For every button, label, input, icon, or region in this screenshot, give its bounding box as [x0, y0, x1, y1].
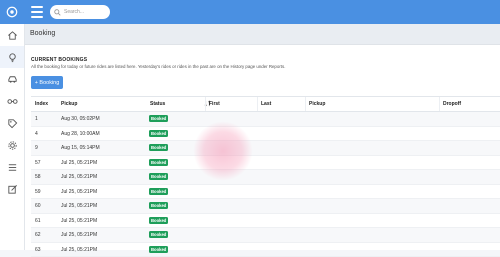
column-header-pickup-address[interactable]: Pickup	[305, 97, 325, 111]
section-description: All the booking for today or future ride…	[31, 64, 285, 69]
table-body: 1 Aug 30, 05:02PM Booked 4 Aug 28, 10:00AM Bo…	[31, 112, 500, 257]
logo-icon	[5, 5, 19, 19]
table-row[interactable]: 57 Jul 25, 05:21PM Booked	[31, 156, 500, 171]
page-title: Booking	[30, 30, 55, 37]
row-pickup-time: Jul 25, 05:21PM	[61, 174, 97, 180]
status-badge: Booked	[149, 115, 168, 122]
column-header-last[interactable]: Last	[257, 97, 271, 111]
table-row[interactable]: 58 Jul 25, 05:21PM Booked	[31, 170, 500, 185]
column-header-dropoff[interactable]: Dropoff	[439, 97, 461, 111]
row-pickup-time: Jul 25, 05:21PM	[61, 218, 97, 224]
table-row[interactable]: 9 Aug 15, 05:14PM Booked	[31, 141, 500, 156]
status-badge: Booked	[149, 217, 168, 224]
edit-icon	[7, 184, 18, 195]
row-index: 9	[35, 145, 38, 151]
car-icon	[7, 74, 18, 85]
search-icon	[54, 9, 61, 16]
sidebar-item-list[interactable]	[0, 156, 24, 178]
row-index: 4	[35, 131, 38, 137]
table-row[interactable]: 61 Jul 25, 05:21PM Booked	[31, 214, 500, 229]
table-row[interactable]: 59 Jul 25, 05:21PM Booked	[31, 185, 500, 200]
row-pickup-time: Aug 28, 10:00AM	[61, 131, 100, 137]
status-badge: Booked	[149, 188, 168, 195]
hamburger-menu-icon[interactable]	[31, 6, 43, 18]
tag-icon	[7, 118, 18, 129]
gear-icon	[7, 140, 18, 151]
status-badge: Booked	[149, 159, 168, 166]
bookings-table: Index Pickup Status First Last Pickup Dr…	[31, 96, 500, 257]
row-pickup-time: Jul 25, 05:21PM	[61, 189, 97, 195]
add-booking-button[interactable]: + Booking	[31, 76, 63, 89]
page-header: Booking	[25, 24, 500, 45]
column-header-first[interactable]: First	[205, 97, 220, 111]
column-header-index[interactable]: Index	[35, 101, 48, 107]
search-box[interactable]	[50, 5, 110, 19]
list-icon	[7, 162, 18, 173]
sidebar-item-routes[interactable]	[0, 90, 24, 112]
row-pickup-time: Aug 30, 05:02PM	[61, 116, 100, 122]
sidebar-item-settings[interactable]	[0, 134, 24, 156]
row-index: 60	[35, 203, 41, 209]
row-pickup-time: Jul 25, 05:21PM	[61, 232, 97, 238]
lightbulb-icon	[7, 52, 18, 63]
row-pickup-time: Jul 25, 05:21PM	[61, 203, 97, 209]
table-header: Index Pickup Status First Last Pickup Dr…	[31, 96, 500, 112]
status-badge: Booked	[149, 130, 168, 137]
main-content: CURRENT BOOKINGS All the booking for tod…	[25, 45, 500, 250]
status-badge: Booked	[149, 173, 168, 180]
column-header-status[interactable]: Status	[150, 101, 165, 107]
sidebar-item-edit[interactable]	[0, 178, 24, 200]
sidebar-item-bookings[interactable]	[0, 46, 24, 68]
table-row[interactable]: 60 Jul 25, 05:21PM Booked	[31, 199, 500, 214]
row-index: 61	[35, 218, 41, 224]
row-pickup-time: Jul 25, 05:21PM	[61, 160, 97, 166]
top-bar	[0, 0, 500, 24]
row-index: 1	[35, 116, 38, 122]
search-input[interactable]	[64, 9, 109, 15]
sidebar-item-vehicles[interactable]	[0, 68, 24, 90]
table-row[interactable]: 62 Jul 25, 05:21PM Booked	[31, 228, 500, 243]
table-row[interactable]: 1 Aug 30, 05:02PM Booked	[31, 112, 500, 127]
status-badge: Booked	[149, 246, 168, 253]
row-index: 58	[35, 174, 41, 180]
section-title: CURRENT BOOKINGS	[31, 57, 87, 63]
sidebar-item-rates[interactable]	[0, 112, 24, 134]
row-index: 59	[35, 189, 41, 195]
sidebar	[0, 24, 25, 250]
column-header-pickup-time[interactable]: Pickup	[61, 101, 77, 107]
route-icon	[7, 96, 18, 107]
status-badge: Booked	[149, 144, 168, 151]
status-badge: Booked	[149, 231, 168, 238]
status-badge: Booked	[149, 202, 168, 209]
row-pickup-time: Aug 15, 05:14PM	[61, 145, 100, 151]
home-icon	[7, 30, 18, 41]
row-index: 57	[35, 160, 41, 166]
table-row[interactable]: 4 Aug 28, 10:00AM Booked	[31, 127, 500, 142]
sidebar-item-home[interactable]	[0, 24, 24, 46]
row-index: 62	[35, 232, 41, 238]
